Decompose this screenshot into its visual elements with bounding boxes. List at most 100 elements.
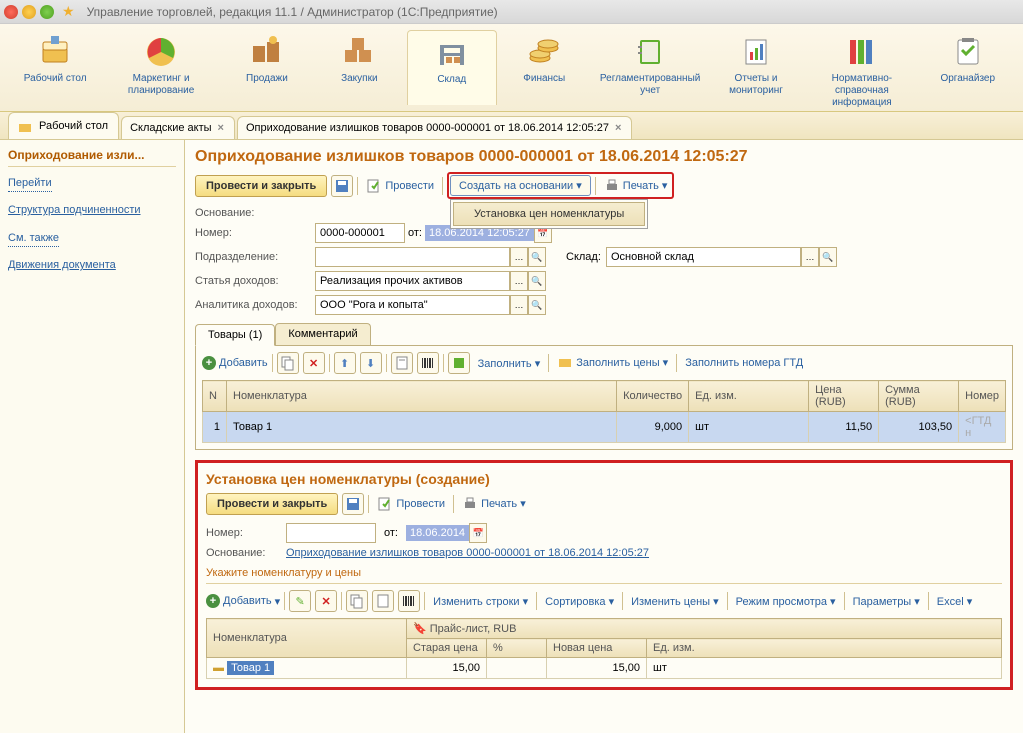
nav-purchases[interactable]: Закупки bbox=[314, 30, 404, 105]
printer-icon bbox=[604, 178, 620, 194]
post-button[interactable]: Провести bbox=[362, 176, 438, 196]
nav-reference[interactable]: Нормативно-справочная информация bbox=[803, 30, 920, 105]
delete-button[interactable]: ✕ bbox=[303, 352, 325, 374]
prices-table: Номенклатура 🔖 Прайс-лист, RUB Старая це… bbox=[206, 618, 1002, 679]
sidebar-link-movements[interactable]: Движения документа bbox=[8, 257, 176, 273]
window-maximize[interactable] bbox=[40, 5, 54, 19]
move-down-button[interactable]: ⬇ bbox=[360, 352, 382, 374]
col-n[interactable]: N bbox=[203, 381, 227, 412]
sub-save-button[interactable] bbox=[342, 493, 364, 515]
sub-excel[interactable]: Excel ▾ bbox=[933, 593, 976, 610]
table-row[interactable]: 1 Товар 1 9,000 шт 11,50 103,50 <ГТД н bbox=[203, 412, 1006, 443]
search-button[interactable]: 🔍 bbox=[819, 247, 837, 267]
select-button[interactable]: … bbox=[801, 247, 819, 267]
col2-unit[interactable]: Ед. изм. bbox=[647, 639, 1002, 658]
number-field[interactable] bbox=[315, 223, 405, 243]
window-close[interactable] bbox=[4, 5, 18, 19]
plus-icon: + bbox=[202, 356, 216, 370]
post-and-close-button[interactable]: Провести и закрыть bbox=[195, 175, 327, 197]
sub-osnovanie-link[interactable]: Оприходование излишков товаров 0000-0000… bbox=[286, 547, 649, 559]
tab-comment[interactable]: Комментарий bbox=[275, 323, 370, 345]
tab-desktop[interactable]: Рабочий стол bbox=[8, 112, 119, 139]
fill-prices-button[interactable]: Заполнить цены ▾ bbox=[553, 353, 672, 373]
binder-icon bbox=[632, 34, 668, 70]
sub-params[interactable]: Параметры ▾ bbox=[849, 593, 924, 610]
tab-warehouse-acts[interactable]: Складские акты × bbox=[121, 116, 235, 139]
search-button[interactable]: 🔍 bbox=[528, 295, 546, 315]
select-button[interactable]: … bbox=[510, 247, 528, 267]
sub-barcode-button[interactable] bbox=[398, 590, 420, 612]
department-field[interactable] bbox=[315, 247, 510, 267]
pick-button[interactable] bbox=[391, 352, 413, 374]
sub-sort[interactable]: Сортировка ▾ bbox=[541, 593, 618, 610]
fill-button[interactable]: Заполнить ▾ bbox=[474, 355, 545, 372]
close-icon[interactable]: × bbox=[615, 122, 621, 134]
barcode-button[interactable] bbox=[417, 352, 439, 374]
col-price[interactable]: Цена (RUB) bbox=[809, 381, 879, 412]
nav-regulated[interactable]: Регламентированный учет bbox=[591, 30, 708, 105]
goods-table: N Номенклатура Количество Ед. изм. Цена … bbox=[202, 380, 1006, 443]
nav-warehouse[interactable]: Склад bbox=[407, 30, 498, 105]
close-icon[interactable]: × bbox=[218, 122, 224, 134]
menu-set-prices[interactable]: Установка цен номенклатуры bbox=[453, 202, 645, 226]
sub-delete-button[interactable]: ✕ bbox=[315, 590, 337, 612]
col2-pct[interactable]: % bbox=[487, 639, 547, 658]
select-button[interactable]: … bbox=[510, 271, 528, 291]
sub-print-button[interactable]: Печать ▾ bbox=[458, 494, 530, 514]
col2-new[interactable]: Новая цена bbox=[547, 639, 647, 658]
save-button[interactable] bbox=[331, 175, 353, 197]
tab-goods[interactable]: Товары (1) bbox=[195, 324, 275, 346]
sub-section-label: Укажите номенклатуру и цены bbox=[206, 567, 1002, 579]
col2-nom[interactable]: Номенклатура bbox=[207, 619, 407, 658]
col-unit[interactable]: Ед. изм. bbox=[689, 381, 809, 412]
calendar-button[interactable]: 📅 bbox=[469, 523, 487, 543]
desktop-icon bbox=[37, 34, 73, 70]
copy-button[interactable] bbox=[277, 352, 299, 374]
tab-document[interactable]: Оприходование излишков товаров 0000-0000… bbox=[237, 116, 632, 139]
table-row[interactable]: ▬ Товар 1 15,00 15,00 шт bbox=[207, 658, 1002, 679]
export-button[interactable] bbox=[448, 352, 470, 374]
sub-add-button[interactable]: +Добавить ▾ bbox=[206, 594, 280, 608]
select-button[interactable]: … bbox=[510, 295, 528, 315]
sub-pick-button[interactable] bbox=[372, 590, 394, 612]
sub-change-prices[interactable]: Изменить цены ▾ bbox=[627, 593, 723, 610]
nav-reports[interactable]: Отчеты и мониторинг bbox=[711, 30, 801, 105]
nav-sales[interactable]: Продажи bbox=[222, 30, 312, 105]
sub-number-field[interactable] bbox=[286, 523, 376, 543]
nav-marketing[interactable]: Маркетинг и планирование bbox=[102, 30, 219, 105]
col2-pricelist[interactable]: 🔖 Прайс-лист, RUB bbox=[407, 619, 1002, 639]
col-quantity[interactable]: Количество bbox=[617, 381, 689, 412]
search-button[interactable]: 🔍 bbox=[528, 271, 546, 291]
col-nomenclature[interactable]: Номенклатура bbox=[227, 381, 617, 412]
sidebar-link-structure[interactable]: Структура подчиненности bbox=[8, 202, 176, 218]
move-up-button[interactable]: ⬆ bbox=[334, 352, 356, 374]
sub-document: Установка цен номенклатуры (создание) Пр… bbox=[195, 460, 1013, 690]
nav-desktop[interactable]: Рабочий стол bbox=[10, 30, 100, 105]
plus-icon: + bbox=[206, 594, 220, 608]
search-button[interactable]: 🔍 bbox=[528, 247, 546, 267]
sub-post-close-button[interactable]: Провести и закрыть bbox=[206, 493, 338, 515]
window-minimize[interactable] bbox=[22, 5, 36, 19]
sidebar-title: Оприходование изли... bbox=[8, 148, 176, 167]
analytics-field[interactable] bbox=[315, 295, 510, 315]
add-button[interactable]: +Добавить bbox=[202, 356, 268, 370]
sub-date-field[interactable]: 18.06.2014 bbox=[406, 525, 469, 541]
sub-change-lines[interactable]: Изменить строки ▾ bbox=[429, 593, 532, 610]
sub-view-mode[interactable]: Режим просмотра ▾ bbox=[732, 593, 840, 610]
col-gtd[interactable]: Номер bbox=[959, 381, 1006, 412]
col-sum[interactable]: Сумма (RUB) bbox=[879, 381, 959, 412]
sub-edit-button[interactable]: ✎ bbox=[289, 590, 311, 612]
main-area: Оприходование излишков товаров 0000-0000… bbox=[185, 140, 1023, 733]
sub-copy-button[interactable] bbox=[346, 590, 368, 612]
nav-finance[interactable]: Финансы bbox=[499, 30, 589, 105]
label-osnovanie: Основание: bbox=[195, 207, 315, 219]
sub-post-button[interactable]: Провести bbox=[373, 494, 449, 514]
clipboard-icon bbox=[950, 34, 986, 70]
fill-gtd-button[interactable]: Заполнить номера ГТД bbox=[681, 355, 807, 371]
col2-old[interactable]: Старая цена bbox=[407, 639, 487, 658]
income-item-field[interactable] bbox=[315, 271, 510, 291]
create-based-on-button[interactable]: Создать на основании ▾ bbox=[450, 175, 591, 196]
nav-organizer[interactable]: Органайзер bbox=[923, 30, 1013, 105]
warehouse-field[interactable] bbox=[606, 247, 801, 267]
print-button[interactable]: Печать ▾ bbox=[600, 176, 672, 196]
